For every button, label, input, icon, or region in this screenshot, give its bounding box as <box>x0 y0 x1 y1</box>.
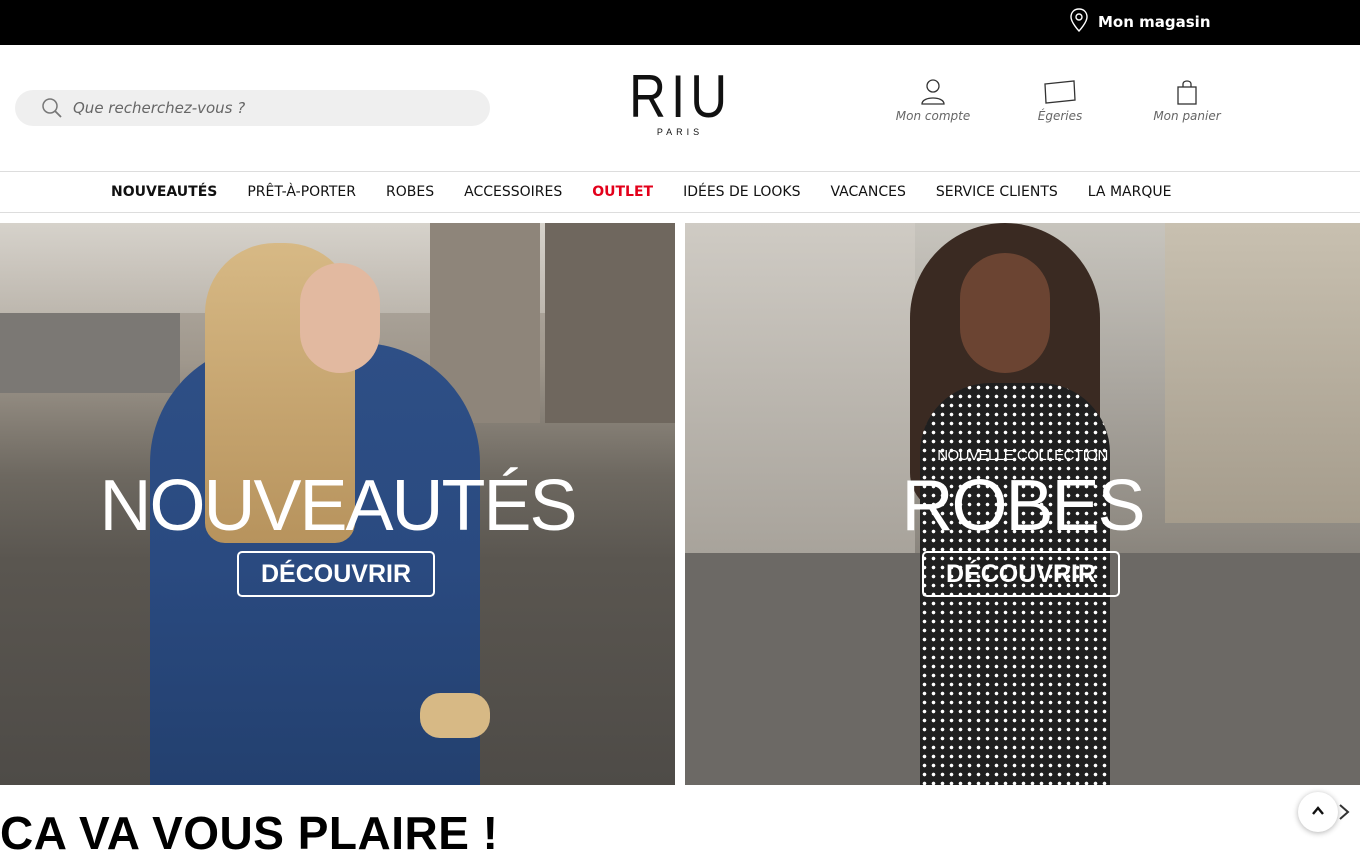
nav-item-la-marque[interactable]: LA MARQUE <box>1088 184 1172 200</box>
main-nav: NOUVEAUTÉS PRÊT-À-PORTER ROBES ACCESSOIR… <box>0 171 1360 213</box>
search-icon[interactable] <box>41 97 63 119</box>
banner-title-nouveautes: NOUVEAUTÉS <box>99 466 577 546</box>
user-icon <box>878 78 988 106</box>
egeries-button[interactable]: Égeries <box>1005 78 1115 128</box>
nav-item-pret-a-porter[interactable]: PRÊT-À-PORTER <box>247 184 356 200</box>
search-input[interactable] <box>73 90 473 126</box>
brand-logo[interactable]: RIU PARIS <box>620 65 740 149</box>
bag-icon <box>1132 78 1242 106</box>
banner-title-robes: ROBES <box>901 466 1145 546</box>
search-bar <box>15 90 490 126</box>
nav-item-idees-de-looks[interactable]: IDÉES DE LOOKS <box>683 184 800 200</box>
nav-item-robes[interactable]: ROBES <box>386 184 434 200</box>
logo-mark: RIU <box>629 63 733 130</box>
nav-item-accessoires[interactable]: ACCESSOIRES <box>464 184 562 200</box>
banner-kicker-robes: NOUVELLE COLLECTION <box>937 447 1108 464</box>
account-label: Mon compte <box>895 109 971 123</box>
map-pin-icon <box>1068 7 1090 37</box>
egeries-label: Égeries <box>1037 109 1083 123</box>
store-locator-link[interactable]: Mon magasin <box>1068 8 1211 36</box>
discover-button-robes[interactable]: DÉCOUVRIR <box>922 551 1120 597</box>
scroll-top-button[interactable] <box>1298 792 1338 832</box>
nav-item-vacances[interactable]: VACANCES <box>831 184 906 200</box>
account-button[interactable]: Mon compte <box>878 78 988 128</box>
chevron-up-icon <box>1311 803 1325 822</box>
section-title: CA VA VOUS PLAIRE ! <box>0 807 499 859</box>
site-header: RIU PARIS Mon compte Égeries Mon panier <box>0 45 1360 171</box>
cart-button[interactable]: Mon panier <box>1132 78 1242 128</box>
nav-item-outlet[interactable]: OUTLET <box>592 184 653 200</box>
top-bar: Mon magasin <box>0 0 1360 45</box>
chevron-right-icon <box>1336 804 1352 826</box>
hero-banner-robes[interactable]: NOUVELLE COLLECTION ROBES DÉCOUVRIR <box>685 223 1360 785</box>
discover-button-nouveautes[interactable]: DÉCOUVRIR <box>237 551 435 597</box>
nav-item-nouveautes[interactable]: NOUVEAUTÉS <box>111 184 217 200</box>
cart-label: Mon panier <box>1153 109 1221 123</box>
store-label: Mon magasin <box>1098 13 1211 31</box>
card-icon <box>1005 78 1115 106</box>
carousel-next-button[interactable] <box>1336 802 1352 822</box>
hero-banner-nouveautes[interactable]: NOUVEAUTÉS DÉCOUVRIR <box>0 223 675 785</box>
nav-item-service-clients[interactable]: SERVICE CLIENTS <box>936 184 1058 200</box>
